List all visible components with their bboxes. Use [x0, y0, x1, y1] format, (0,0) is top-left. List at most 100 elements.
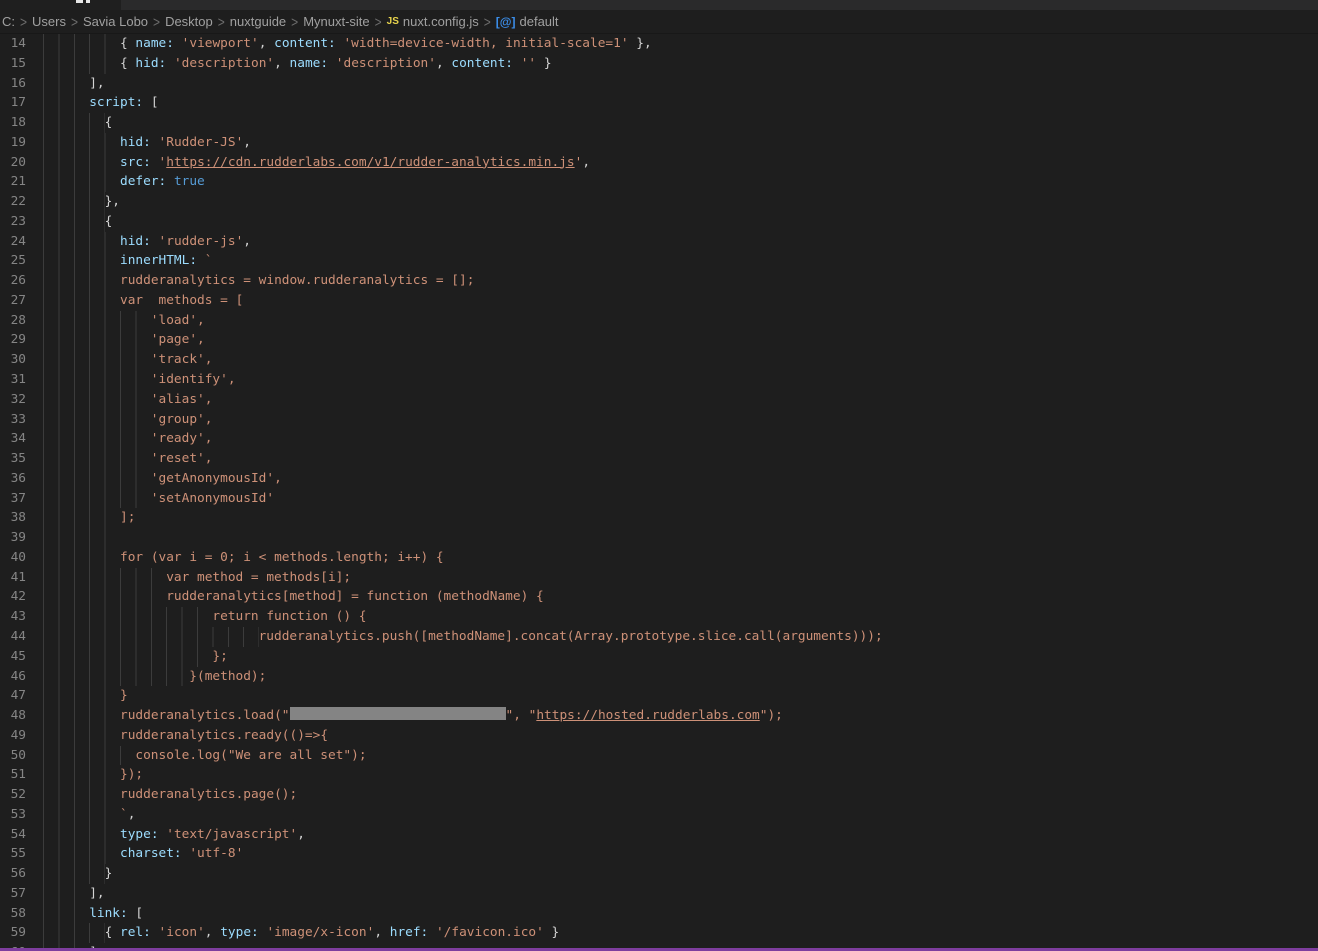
code-line[interactable]: 43return function () { [0, 607, 1318, 627]
breadcrumb-item[interactable]: Mynuxt-site [303, 14, 369, 29]
line-number[interactable]: 36 [0, 469, 43, 489]
line-number[interactable]: 17 [0, 93, 43, 113]
line-number[interactable]: 37 [0, 489, 43, 509]
code-line[interactable]: 15{ hid: 'description', name: 'descripti… [0, 54, 1318, 74]
code-line-content[interactable]: return function () { [43, 607, 366, 627]
code-line[interactable]: 32'alias', [0, 390, 1318, 410]
code-line-content[interactable]: rudderanalytics.load("", "https://hosted… [43, 706, 783, 726]
code-line[interactable]: 23{ [0, 212, 1318, 232]
code-line-content[interactable]: ], [43, 884, 105, 904]
line-number[interactable]: 20 [0, 153, 43, 173]
code-line[interactable]: 49rudderanalytics.ready(()=>{ [0, 726, 1318, 746]
code-line[interactable]: 16], [0, 74, 1318, 94]
code-line-content[interactable]: for (var i = 0; i < methods.length; i++)… [43, 548, 444, 568]
code-line-content[interactable]: }; [43, 647, 228, 667]
line-number[interactable]: 28 [0, 311, 43, 331]
active-tab[interactable] [0, 0, 121, 10]
line-number[interactable]: 26 [0, 271, 43, 291]
code-line[interactable]: 26rudderanalytics = window.rudderanalyti… [0, 271, 1318, 291]
code-line-content[interactable]: } [43, 686, 128, 706]
code-line-content[interactable] [43, 528, 120, 548]
code-line[interactable]: 58link: [ [0, 904, 1318, 924]
code-line[interactable]: 36'getAnonymousId', [0, 469, 1318, 489]
line-number[interactable]: 44 [0, 627, 43, 647]
line-number[interactable]: 45 [0, 647, 43, 667]
breadcrumb-item[interactable]: Savia Lobo [83, 14, 148, 29]
code-line-content[interactable]: 'identify', [43, 370, 236, 390]
code-line-content[interactable]: { rel: 'icon', type: 'image/x-icon', hre… [43, 923, 559, 943]
breadcrumb-item[interactable]: C: [2, 14, 15, 29]
code-line[interactable]: 35'reset', [0, 449, 1318, 469]
code-line-content[interactable]: }, [43, 192, 120, 212]
code-line-content[interactable]: type: 'text/javascript', [43, 825, 305, 845]
code-line-content[interactable]: 'load', [43, 311, 205, 331]
code-line-content[interactable]: rudderanalytics = window.rudderanalytics… [43, 271, 474, 291]
code-line[interactable]: 17script: [ [0, 93, 1318, 113]
code-line-content[interactable]: charset: 'utf-8' [43, 844, 243, 864]
line-number[interactable]: 16 [0, 74, 43, 94]
tab-bar[interactable] [0, 0, 1318, 10]
code-line-content[interactable]: src: 'https://cdn.rudderlabs.com/v1/rudd… [43, 153, 590, 173]
code-line-content[interactable]: { name: 'viewport', content: 'width=devi… [43, 34, 652, 54]
line-number[interactable]: 29 [0, 330, 43, 350]
code-line-content[interactable]: 'alias', [43, 390, 212, 410]
line-number[interactable]: 41 [0, 568, 43, 588]
line-number[interactable]: 22 [0, 192, 43, 212]
breadcrumb-item[interactable]: nuxtguide [230, 14, 286, 29]
code-line[interactable]: 57], [0, 884, 1318, 904]
line-number[interactable]: 27 [0, 291, 43, 311]
code-line[interactable]: 48rudderanalytics.load("", "https://host… [0, 706, 1318, 726]
line-number[interactable]: 49 [0, 726, 43, 746]
code-line[interactable]: 34'ready', [0, 429, 1318, 449]
code-line[interactable]: 18{ [0, 113, 1318, 133]
breadcrumb-item[interactable]: Desktop [165, 14, 213, 29]
code-line[interactable]: 45}; [0, 647, 1318, 667]
line-number[interactable]: 34 [0, 429, 43, 449]
line-number[interactable]: 33 [0, 410, 43, 430]
line-number[interactable]: 50 [0, 746, 43, 766]
code-line-content[interactable]: 'setAnonymousId' [43, 489, 274, 509]
code-line-content[interactable]: rudderanalytics.push([methodName].concat… [43, 627, 883, 647]
code-line[interactable]: 52rudderanalytics.page(); [0, 785, 1318, 805]
line-number[interactable]: 25 [0, 251, 43, 271]
code-line[interactable]: 28'load', [0, 311, 1318, 331]
line-number[interactable]: 35 [0, 449, 43, 469]
code-line[interactable]: 40for (var i = 0; i < methods.length; i+… [0, 548, 1318, 568]
code-line[interactable]: 22}, [0, 192, 1318, 212]
breadcrumb-item[interactable]: Users [32, 14, 66, 29]
code-line[interactable]: 38]; [0, 508, 1318, 528]
line-number[interactable]: 57 [0, 884, 43, 904]
code-line-content[interactable]: 'reset', [43, 449, 212, 469]
code-line[interactable]: 44rudderanalytics.push([methodName].conc… [0, 627, 1318, 647]
line-number[interactable]: 19 [0, 133, 43, 153]
code-line-content[interactable]: rudderanalytics[method] = function (meth… [43, 587, 544, 607]
code-line[interactable]: 29'page', [0, 330, 1318, 350]
line-number[interactable]: 23 [0, 212, 43, 232]
code-line-content[interactable]: { hid: 'description', name: 'description… [43, 54, 552, 74]
code-line-content[interactable]: }); [43, 765, 143, 785]
line-number[interactable]: 32 [0, 390, 43, 410]
code-line-content[interactable]: defer: true [43, 172, 205, 192]
line-number[interactable]: 48 [0, 706, 43, 726]
line-number[interactable]: 14 [0, 34, 43, 54]
code-line[interactable]: 21defer: true [0, 172, 1318, 192]
code-line-content[interactable]: } [43, 864, 112, 884]
code-line-content[interactable]: ], [43, 74, 105, 94]
code-line[interactable]: 33'group', [0, 410, 1318, 430]
code-line-content[interactable]: 'page', [43, 330, 205, 350]
code-line[interactable]: 54type: 'text/javascript', [0, 825, 1318, 845]
code-line-content[interactable]: script: [ [43, 93, 159, 113]
code-line[interactable]: 25innerHTML: ` [0, 251, 1318, 271]
code-line-content[interactable]: innerHTML: ` [43, 251, 212, 271]
line-number[interactable]: 46 [0, 667, 43, 687]
line-number[interactable]: 24 [0, 232, 43, 252]
code-line[interactable]: 19hid: 'Rudder-JS', [0, 133, 1318, 153]
code-line-content[interactable]: 'group', [43, 410, 212, 430]
line-number[interactable]: 31 [0, 370, 43, 390]
code-editor[interactable]: 14{ name: 'viewport', content: 'width=de… [0, 34, 1318, 951]
code-line[interactable]: 59{ rel: 'icon', type: 'image/x-icon', h… [0, 923, 1318, 943]
line-number[interactable]: 39 [0, 528, 43, 548]
code-line[interactable]: 37'setAnonymousId' [0, 489, 1318, 509]
code-line-content[interactable]: }(method); [43, 667, 266, 687]
line-number[interactable]: 58 [0, 904, 43, 924]
